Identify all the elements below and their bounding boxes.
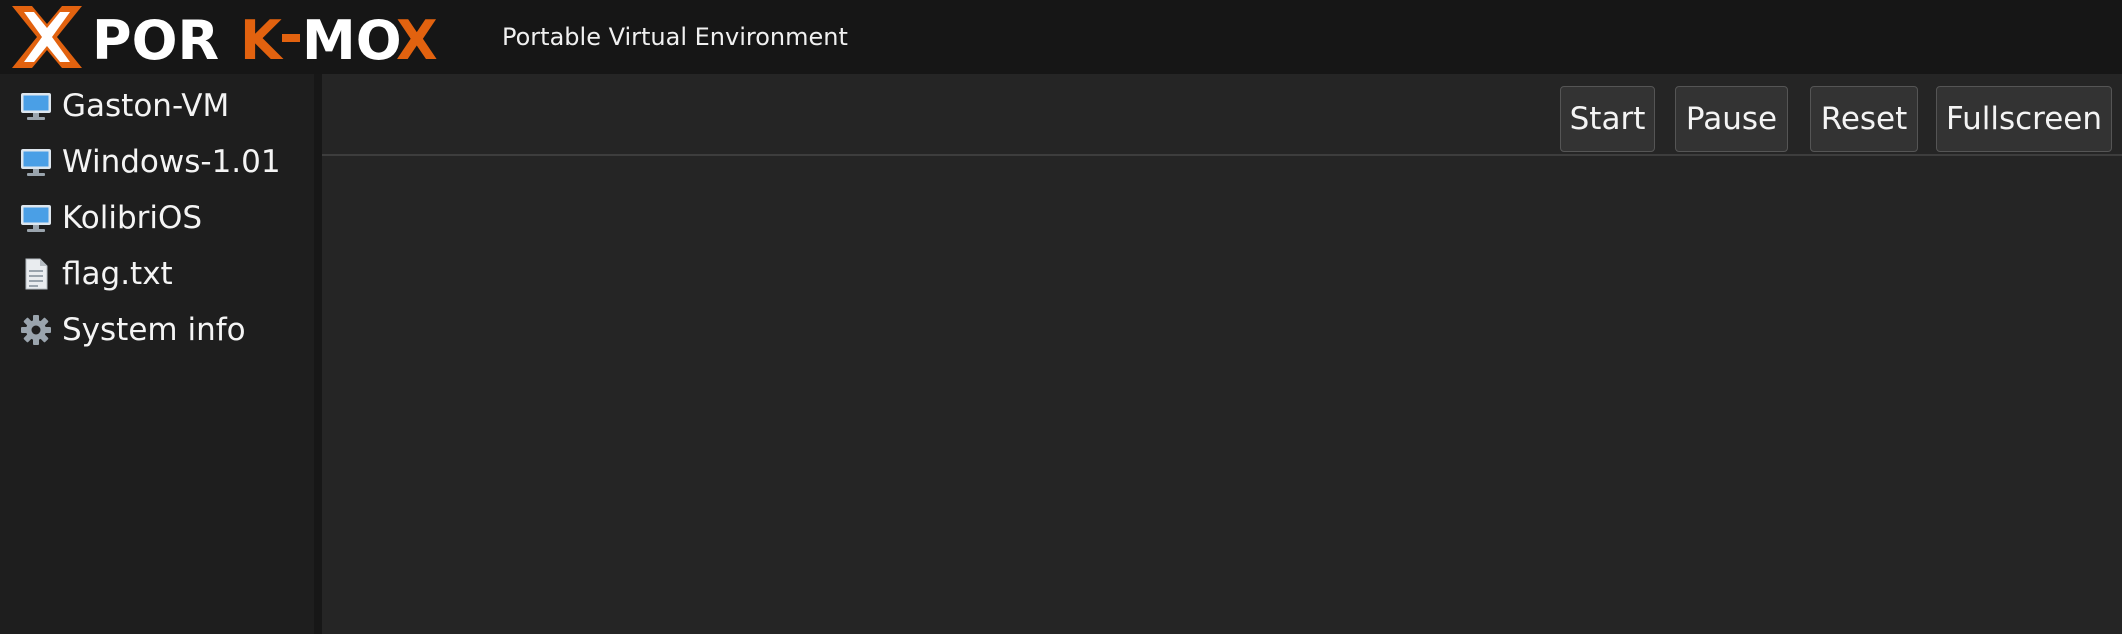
svg-text:K: K bbox=[240, 9, 284, 70]
app-subtitle: Portable Virtual Environment bbox=[502, 23, 848, 51]
fullscreen-button[interactable]: Fullscreen bbox=[1936, 86, 2112, 152]
logo-x-icon bbox=[12, 6, 82, 68]
document-icon bbox=[25, 258, 48, 290]
start-button[interactable]: Start bbox=[1560, 86, 1655, 152]
sidebar-item-gaston-vm[interactable]: Gaston-VM bbox=[0, 78, 314, 134]
logo-wordmark: POR K MO X bbox=[92, 9, 438, 70]
vm-display-area[interactable] bbox=[322, 156, 2122, 634]
svg-text:MO: MO bbox=[302, 9, 402, 70]
main-panel: Start Pause Reset Fullscreen bbox=[322, 74, 2122, 634]
sidebar-item-label: Gaston-VM bbox=[62, 88, 230, 124]
vm-toolbar: Start Pause Reset Fullscreen bbox=[322, 74, 2122, 156]
monitor-icon bbox=[21, 93, 51, 120]
pause-button[interactable]: Pause bbox=[1675, 86, 1788, 152]
sidebar-item-label: Windows-1.01 bbox=[62, 144, 281, 180]
sidebar-item-label: System info bbox=[62, 312, 246, 348]
porxmox-logo[interactable]: POR K MO X bbox=[10, 4, 460, 70]
svg-text:POR: POR bbox=[92, 9, 219, 70]
sidebar-item-kolibrios[interactable]: KolibriOS bbox=[0, 190, 314, 246]
monitor-icon bbox=[21, 149, 51, 176]
sidebar-item-windows-1-01[interactable]: Windows-1.01 bbox=[0, 134, 314, 190]
sidebar-item-label: KolibriOS bbox=[62, 200, 203, 236]
reset-button[interactable]: Reset bbox=[1810, 86, 1918, 152]
svg-text:X: X bbox=[396, 9, 438, 70]
monitor-icon bbox=[21, 205, 51, 232]
gear-icon bbox=[21, 315, 51, 345]
sidebar-divider[interactable] bbox=[314, 74, 322, 634]
sidebar-item-label: flag.txt bbox=[62, 256, 173, 292]
top-header: POR K MO X Portable Virtual Environment bbox=[0, 0, 2122, 74]
sidebar: Gaston-VM Windows-1.01 KolibriOS flag.tx… bbox=[0, 74, 314, 634]
sidebar-item-flag-txt[interactable]: flag.txt bbox=[0, 246, 314, 302]
sidebar-item-system-info[interactable]: System info bbox=[0, 302, 314, 358]
